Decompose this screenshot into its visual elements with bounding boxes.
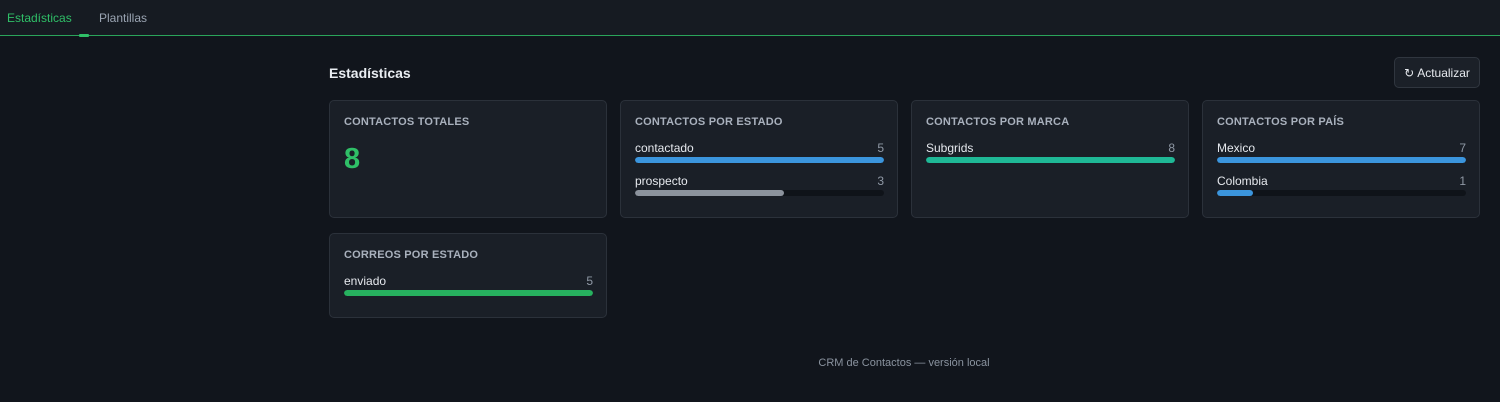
card-title: CONTACTOS POR PAÍS: [1217, 116, 1345, 128]
card-contactos-por-marca: CONTACTOS POR MARCA Subgrids 8: [911, 100, 1189, 218]
stat-bar-track: [635, 190, 884, 196]
card-title: CONTACTOS TOTALES: [344, 116, 470, 128]
card-title: CORREOS POR ESTADO: [344, 249, 479, 261]
footer-text: CRM de Contactos — versión local: [818, 357, 990, 369]
stat-bar-track: [1217, 190, 1466, 196]
card-contactos-por-pais: CONTACTOS POR PAÍS Mexico 7 Colombia 1: [1202, 100, 1480, 218]
stat-bar-track: [1217, 157, 1466, 163]
stat-label: enviado: [344, 274, 387, 288]
tab-estadisticas[interactable]: Estadísticas: [7, 0, 89, 37]
refresh-button[interactable]: ↻ Actualizar: [1394, 57, 1480, 88]
card-contactos-por-estado: CONTACTOS POR ESTADO contactado 5 prospe…: [620, 100, 898, 218]
stat-count: 1: [1459, 174, 1466, 188]
top-nav: Estadísticas Plantillas: [0, 0, 1500, 37]
refresh-button-label: Actualizar: [1417, 65, 1470, 80]
card-contactos-totales: CONTACTOS TOTALES 8: [329, 100, 607, 218]
stat-count: 7: [1459, 141, 1466, 155]
page-title: Estadísticas: [329, 65, 411, 81]
stat-count: 8: [1168, 141, 1175, 155]
stat-bar-track: [635, 157, 884, 163]
stat-bar-fill: [926, 157, 1175, 163]
stat-label: Colombia: [1217, 174, 1268, 188]
stat-label: prospecto: [635, 174, 688, 188]
stat-label: Subgrids: [926, 141, 974, 155]
stat-label: Mexico: [1217, 141, 1256, 155]
card-title: CONTACTOS POR ESTADO: [635, 116, 783, 128]
tab-plantillas[interactable]: Plantillas: [99, 0, 147, 36]
stat-bar-fill: [344, 290, 593, 296]
refresh-icon: ↻: [1404, 65, 1415, 80]
stat-count: 5: [877, 141, 884, 155]
total-contacts-value: 8: [344, 143, 361, 175]
stat-count: 5: [586, 274, 593, 288]
stat-label: contactado: [635, 141, 694, 155]
stat-bar-fill: [635, 157, 884, 163]
stat-bar-fill: [1217, 157, 1466, 163]
card-title: CONTACTOS POR MARCA: [926, 116, 1070, 128]
stat-bar-track: [926, 157, 1175, 163]
card-correos-por-estado: CORREOS POR ESTADO enviado 5: [329, 233, 607, 318]
stat-bar-fill: [635, 190, 785, 196]
stat-bar-track: [344, 290, 593, 296]
stat-bar-fill: [1217, 190, 1253, 196]
stat-count: 3: [877, 174, 884, 188]
